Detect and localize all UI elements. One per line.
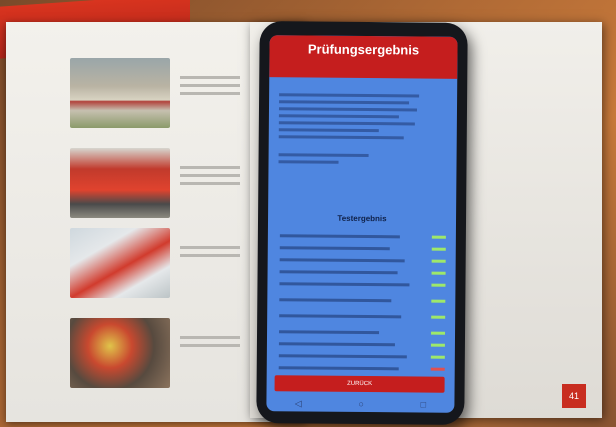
fire-truck-photo [70, 148, 170, 218]
result-row [279, 267, 450, 278]
page-number: 41 [562, 384, 586, 408]
intro-paragraph [278, 93, 420, 143]
nav-home-icon[interactable]: ○ [358, 396, 364, 412]
intro-paragraph-2 [278, 153, 418, 168]
result-row [279, 243, 450, 254]
book-text-lines [180, 76, 240, 100]
result-row [278, 351, 449, 362]
phone-screen: Prüfungsergebnis Testergebnis ZURÜCK ◁ ○… [266, 35, 458, 413]
crane-truck-photo [70, 228, 170, 298]
result-row [278, 339, 449, 350]
result-row [279, 255, 450, 266]
firefighters-photo [70, 318, 170, 388]
results-heading: Testergebnis [337, 213, 387, 224]
back-button[interactable]: ZURÜCK [274, 375, 445, 393]
book-text-lines [180, 246, 240, 262]
android-nav-bar: ◁ ○ □ [266, 395, 454, 413]
result-row [279, 279, 449, 290]
nav-back-icon[interactable]: ◁ [295, 395, 302, 411]
result-row [279, 327, 449, 338]
app-bar: Prüfungsergebnis [269, 35, 458, 79]
result-row [278, 363, 449, 374]
fire-truck-photo [70, 58, 170, 128]
nav-recent-icon[interactable]: □ [421, 397, 427, 413]
book-text-lines [180, 166, 240, 190]
smartphone: Prüfungsergebnis Testergebnis ZURÜCK ◁ ○… [256, 21, 468, 425]
result-row [279, 311, 449, 322]
page-title: Prüfungsergebnis [307, 41, 420, 58]
result-row [279, 231, 450, 242]
result-row [279, 295, 449, 306]
book-text-lines [180, 336, 240, 352]
